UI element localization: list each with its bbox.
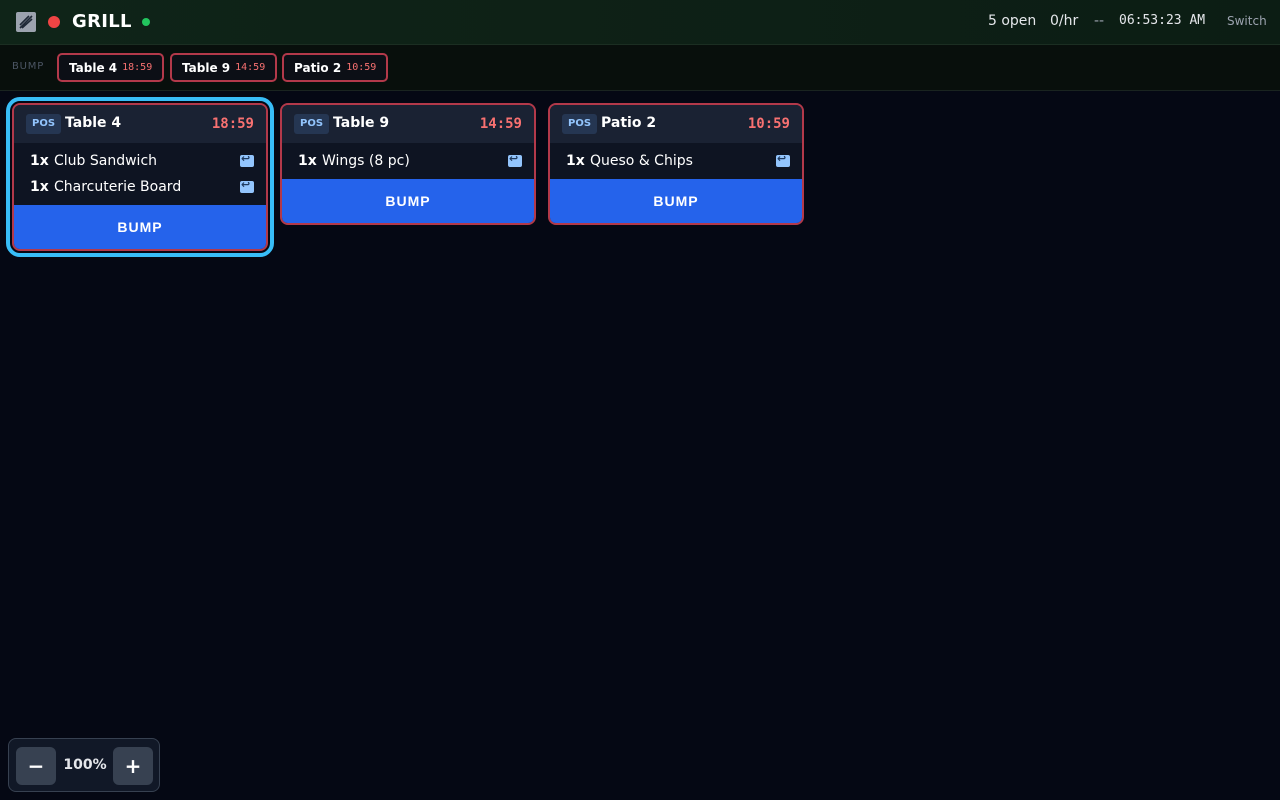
ticket-item[interactable]: 1x Charcuterie Board — [14, 175, 266, 201]
ticket-items: 1x Wings (8 pc) — [282, 143, 534, 179]
ticket-item[interactable]: 1x Club Sandwich — [14, 149, 266, 175]
top-bar: GRILL 5 open 0/hr -- 06:53:23 AM Switch — [0, 0, 1280, 45]
recall-icon[interactable] — [240, 152, 254, 167]
ticket-timer: 14:59 — [479, 116, 522, 132]
ticket-table-4[interactable]: POS Table 4 18:59 1x Club Sandwich 1x Ch… — [6, 97, 274, 257]
chip-name: Patio 2 — [294, 60, 342, 75]
ticket-title: Table 4 — [65, 115, 122, 131]
ticket-table-9[interactable]: POS Table 9 14:59 1x Wings (8 pc) BUMP — [280, 103, 536, 225]
open-count: 5 open — [988, 13, 1037, 29]
ticket-item[interactable]: 1x Wings (8 pc) — [282, 149, 534, 175]
ticket-timer: 18:59 — [211, 116, 254, 132]
station-title: GRILL — [72, 11, 132, 32]
switch-station-button[interactable]: Switch — [1227, 14, 1267, 28]
bump-button[interactable]: BUMP — [14, 205, 266, 249]
ticket-timer: 10:59 — [747, 116, 790, 132]
bump-chip-table-4[interactable]: Table 4 18:59 — [57, 53, 165, 82]
ticket-header: POS Patio 2 10:59 — [550, 105, 802, 143]
chip-name: Table 4 — [69, 60, 118, 75]
recording-status-dot — [48, 16, 60, 28]
recall-icon[interactable] — [240, 178, 254, 193]
ticket-header: POS Table 4 18:59 — [14, 105, 266, 143]
ticket-patio-2[interactable]: POS Patio 2 10:59 1x Queso & Chips BUMP — [548, 103, 804, 225]
ticket-items: 1x Queso & Chips — [550, 143, 802, 179]
source-badge: POS — [26, 114, 62, 134]
item-name: Club Sandwich — [54, 153, 158, 169]
ticket-title: Table 9 — [333, 115, 390, 131]
item-name: Charcuterie Board — [54, 179, 182, 195]
item-quantity: 1x — [30, 179, 49, 195]
item-quantity: 1x — [566, 153, 585, 169]
ticket-title: Patio 2 — [601, 115, 657, 131]
clock: 06:53:23 AM — [1119, 13, 1206, 28]
item-name: Queso & Chips — [590, 153, 693, 169]
online-status-dot — [142, 18, 150, 26]
zoom-control: − 100% + — [8, 738, 160, 792]
bump-chip-table-9[interactable]: Table 9 14:59 — [170, 53, 278, 82]
bump-bar-label: BUMP — [12, 61, 45, 72]
throughput-rate: 0/hr — [1050, 13, 1079, 29]
zoom-out-button[interactable]: − — [16, 747, 56, 785]
recall-icon[interactable] — [776, 152, 790, 167]
ticket-items: 1x Club Sandwich 1x Charcuterie Board — [14, 143, 266, 205]
chip-time: 18:59 — [122, 62, 153, 73]
item-name: Wings (8 pc) — [322, 153, 410, 169]
recall-icon[interactable] — [508, 152, 522, 167]
chip-time: 14:59 — [235, 62, 266, 73]
source-badge: POS — [294, 114, 330, 134]
source-badge: POS — [562, 114, 598, 134]
bump-button[interactable]: BUMP — [550, 179, 802, 223]
bump-chip-patio-2[interactable]: Patio 2 10:59 — [282, 53, 389, 82]
ticket-item[interactable]: 1x Queso & Chips — [550, 149, 802, 175]
zoom-level: 100% — [63, 757, 107, 773]
item-quantity: 1x — [298, 153, 317, 169]
ticket-header: POS Table 9 14:59 — [282, 105, 534, 143]
chip-name: Table 9 — [182, 60, 231, 75]
item-quantity: 1x — [30, 153, 49, 169]
bump-bar: BUMP Table 4 18:59 Table 9 14:59 Patio 2… — [0, 45, 1280, 91]
chip-time: 10:59 — [346, 62, 377, 73]
average-time: -- — [1094, 13, 1105, 29]
zoom-in-button[interactable]: + — [113, 747, 153, 785]
station-logo-icon — [16, 12, 36, 32]
bump-button[interactable]: BUMP — [282, 179, 534, 223]
